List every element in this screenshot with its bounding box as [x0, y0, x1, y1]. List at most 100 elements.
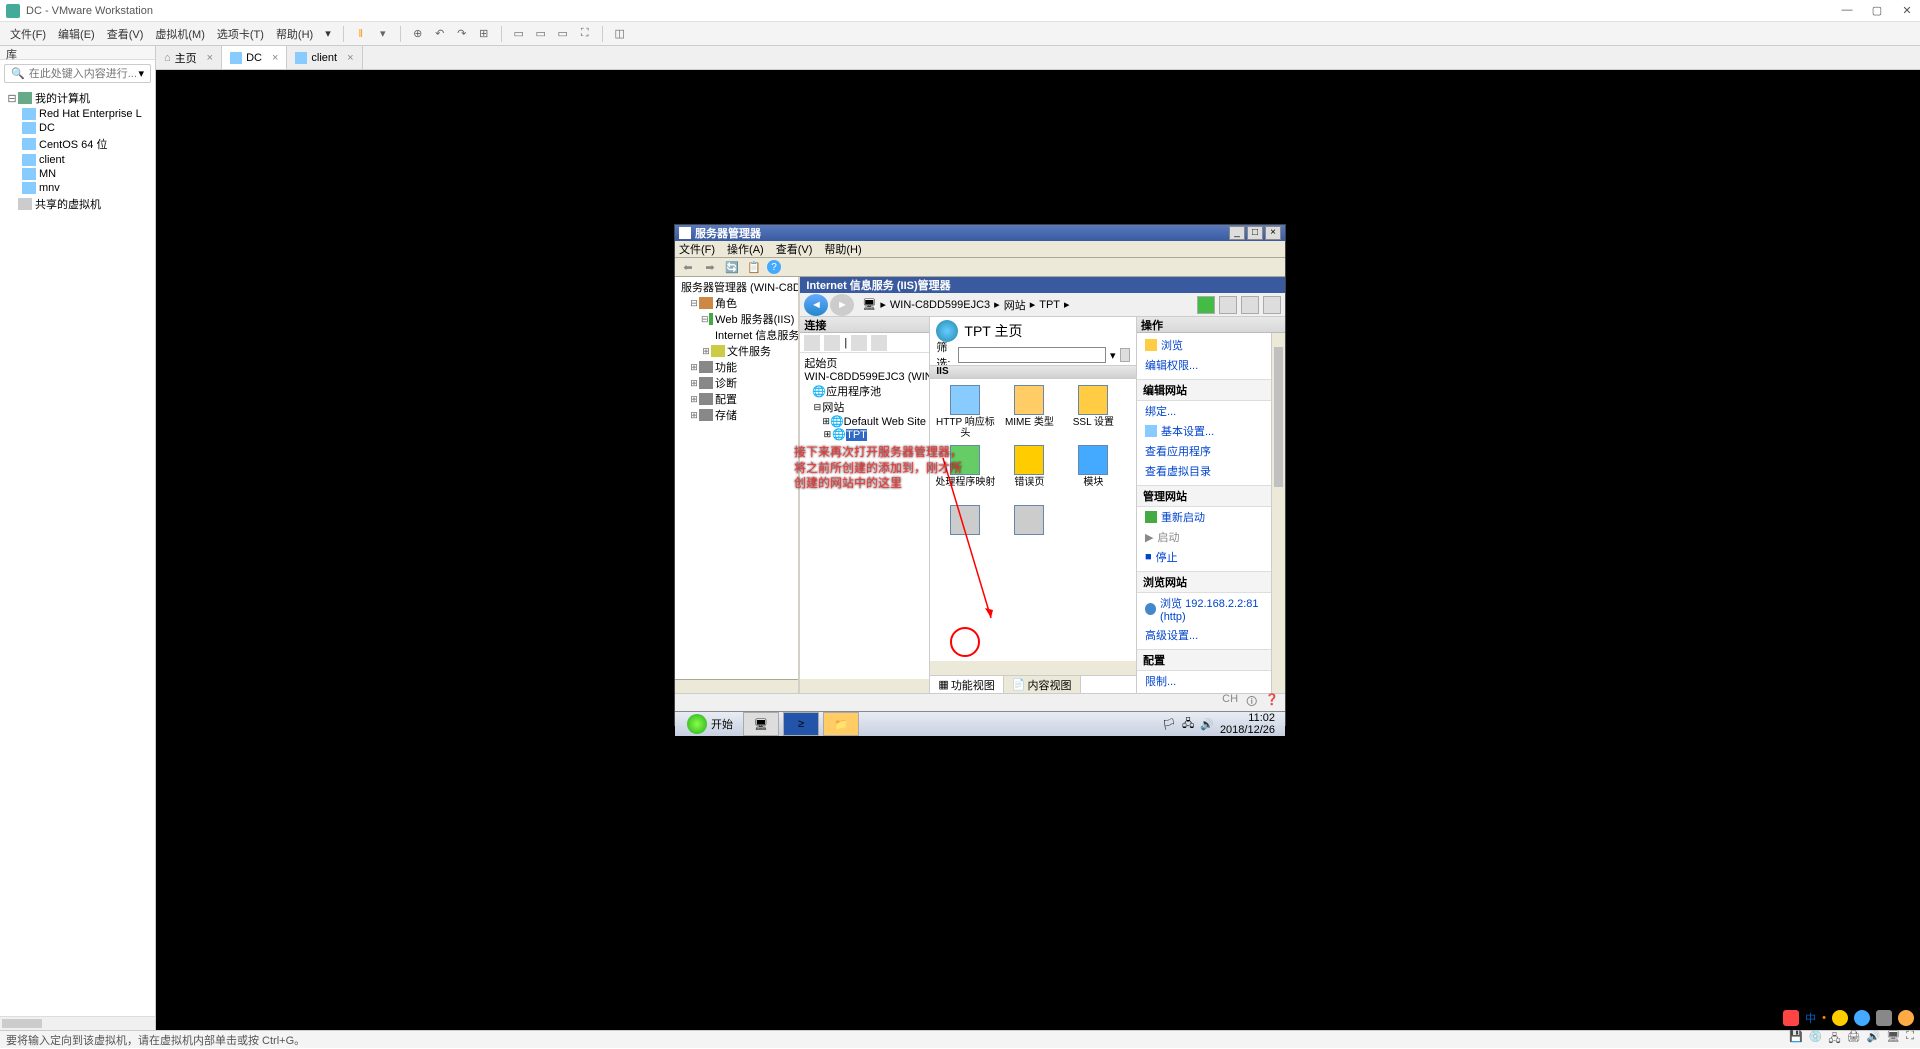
iis-conn-scrollbar[interactable] — [800, 679, 929, 693]
ime-icon[interactable] — [1783, 1010, 1799, 1026]
device-icon[interactable]: 🔊 — [1867, 1030, 1881, 1049]
action-browse[interactable]: 浏览 — [1137, 335, 1285, 355]
help-icon[interactable]: ? — [767, 260, 781, 274]
feature-http-headers[interactable]: HTTP 响应标头 — [934, 383, 996, 441]
tree-shared[interactable]: 共享的虚拟机 — [2, 195, 153, 213]
ime-smiley-icon[interactable] — [1832, 1010, 1848, 1026]
fullscreen-icon[interactable]: ⛶ — [575, 24, 595, 44]
sm-menu-view[interactable]: 查看(V) — [776, 241, 813, 257]
layout-3-icon[interactable]: ▭ — [553, 24, 573, 44]
tray-icon[interactable]: 🛈 — [1246, 693, 1257, 712]
sm-menu-file[interactable]: 文件(F) — [679, 241, 715, 257]
close-icon[interactable]: × — [207, 52, 213, 64]
taskbar-app-server-manager[interactable]: 🖥 — [743, 712, 779, 736]
menu-vm[interactable]: 虚拟机(M) — [149, 26, 211, 42]
conn-default-site[interactable]: ⊞🌐Default Web Site — [802, 415, 927, 428]
conn-tool-icon[interactable] — [824, 335, 840, 351]
conn-app-pools[interactable]: 🌐应用程序池 — [802, 383, 927, 399]
device-icon[interactable]: 💿 — [1809, 1030, 1823, 1049]
action-view-apps[interactable]: 查看应用程序 — [1137, 441, 1285, 461]
device-icon[interactable]: 🖥 — [1886, 1030, 1900, 1049]
feature-modules[interactable]: 模块 — [1062, 443, 1124, 501]
iis-actions-scrollbar[interactable] — [1271, 333, 1285, 693]
action-edit-perm[interactable]: 编辑权限... — [1137, 355, 1285, 375]
feature-error-pages[interactable]: 错误页 — [998, 443, 1060, 501]
filter-dropdown-icon[interactable]: ▾ — [1110, 349, 1116, 362]
feature-more-1[interactable] — [934, 503, 996, 561]
sm-menu-help[interactable]: 帮助(H) — [824, 241, 861, 257]
tree-vm-redhat[interactable]: Red Hat Enterprise L — [2, 107, 153, 121]
close-icon[interactable]: × — [347, 52, 353, 64]
close-icon[interactable]: × — [272, 52, 278, 64]
start-button[interactable]: 开始 — [679, 712, 741, 736]
feature-more-2[interactable] — [998, 503, 1060, 561]
action-limits[interactable]: 限制... — [1137, 671, 1285, 691]
clock[interactable]: 11:02 2018/12/26 — [1220, 712, 1275, 736]
sm-menu-action[interactable]: 操作(A) — [727, 241, 764, 257]
action-view-vdirs[interactable]: 查看虚拟目录 — [1137, 461, 1285, 481]
tab-dc[interactable]: DC× — [222, 46, 287, 69]
sm-tree-roles[interactable]: ⊟角色 — [677, 295, 796, 311]
sm-title-bar[interactable]: 服务器管理器 _ □ × — [675, 225, 1285, 241]
ime-settings-icon[interactable] — [1898, 1010, 1914, 1026]
menu-help[interactable]: 帮助(H) — [270, 26, 319, 42]
snapshot-fwd-icon[interactable]: ↷ — [452, 24, 472, 44]
menu-tabs[interactable]: 选项卡(T) — [211, 26, 270, 42]
sm-close-button[interactable]: × — [1265, 226, 1281, 240]
ime-mic-icon[interactable] — [1854, 1010, 1870, 1026]
action-restart[interactable]: 重新启动 — [1137, 507, 1285, 527]
refresh-icon[interactable]: 🔄 — [723, 258, 741, 276]
sm-tree-web[interactable]: ⊟Web 服务器(IIS) — [677, 311, 796, 327]
tray-sound-icon[interactable]: 🔊 — [1200, 718, 1214, 731]
sm-tree-fs[interactable]: ⊞文件服务 — [677, 343, 796, 359]
sm-tree-diag[interactable]: ⊞诊断 — [677, 375, 796, 391]
tree-my-computer[interactable]: ⊟我的计算机 — [2, 89, 153, 107]
tray-icon[interactable]: ❓ — [1265, 693, 1279, 712]
tree-vm-dc[interactable]: DC — [2, 121, 153, 135]
filter-input[interactable] — [958, 347, 1106, 363]
sm-tree-storage[interactable]: ⊞存储 — [677, 407, 796, 423]
sm-maximize-button[interactable]: □ — [1247, 226, 1263, 240]
iis-forward-button[interactable]: ► — [830, 294, 854, 316]
filter-go-icon[interactable] — [1120, 348, 1130, 362]
feature-mime[interactable]: MIME 类型 — [998, 383, 1060, 441]
pause-icon[interactable]: ‖ — [351, 24, 371, 44]
device-icon[interactable]: 💾 — [1789, 1030, 1803, 1049]
iis-main-scrollbar[interactable] — [930, 661, 1136, 675]
view-content-tab[interactable]: 📄内容视图 — [1004, 676, 1081, 693]
iis-refresh-icon[interactable] — [1197, 296, 1215, 314]
menu-dropdown[interactable]: ▾ — [319, 27, 337, 40]
properties-icon[interactable]: 📋 — [745, 258, 763, 276]
iis-home-icon[interactable] — [1241, 296, 1259, 314]
iis-breadcrumb[interactable]: 🖥 ▸WIN-C8DD599EJC3 ▸网站 ▸TPT▸ — [856, 297, 1197, 313]
snapshot-back-icon[interactable]: ↶ — [430, 24, 450, 44]
action-browse-addr[interactable]: 浏览 192.168.2.2:81 (http) — [1137, 593, 1285, 625]
tray-flag-icon[interactable]: 🏳 — [1162, 718, 1176, 731]
conn-server[interactable]: WIN-C8DD599EJC3 (WIN-C8DD5 — [802, 371, 927, 383]
conn-start-page[interactable]: 起始页 — [802, 355, 927, 371]
sidebar-scrollbar[interactable] — [0, 1016, 155, 1030]
iis-back-button[interactable]: ◄ — [804, 294, 828, 316]
snapshot-manager-icon[interactable]: ⊞ — [474, 24, 494, 44]
device-icon[interactable]: 🖨 — [1847, 1030, 1861, 1049]
device-icon[interactable]: 🖧 — [1828, 1030, 1840, 1049]
snapshot-icon[interactable]: ⊕ — [408, 24, 428, 44]
layout-1-icon[interactable]: ▭ — [509, 24, 529, 44]
minimize-button[interactable]: — — [1840, 4, 1854, 17]
search-box[interactable]: 🔍 ▾ — [4, 64, 151, 83]
tab-home[interactable]: ⌂主页× — [156, 46, 222, 69]
feature-ssl[interactable]: SSL 设置 — [1062, 383, 1124, 441]
taskbar-app-explorer[interactable]: 📁 — [823, 712, 859, 736]
iis-stop-icon[interactable] — [1219, 296, 1237, 314]
sm-tree-features[interactable]: ⊞功能 — [677, 359, 796, 375]
tree-vm-centos[interactable]: CentOS 64 位 — [2, 135, 153, 153]
tree-vm-mn[interactable]: MN — [2, 167, 153, 181]
lang-indicator[interactable]: CH — [1222, 693, 1238, 712]
conn-sites[interactable]: ⊟网站 — [802, 399, 927, 415]
device-icon[interactable]: ⛶ — [1906, 1030, 1914, 1049]
toolbar-dropdown[interactable]: ▾ — [373, 24, 393, 44]
conn-tool-icon[interactable] — [804, 335, 820, 351]
unity-icon[interactable]: ◫ — [610, 24, 630, 44]
taskbar-app-powershell[interactable]: ≥ — [783, 712, 819, 736]
sm-tree-root[interactable]: 服务器管理器 (WIN-C8DD599EJC — [677, 279, 796, 295]
